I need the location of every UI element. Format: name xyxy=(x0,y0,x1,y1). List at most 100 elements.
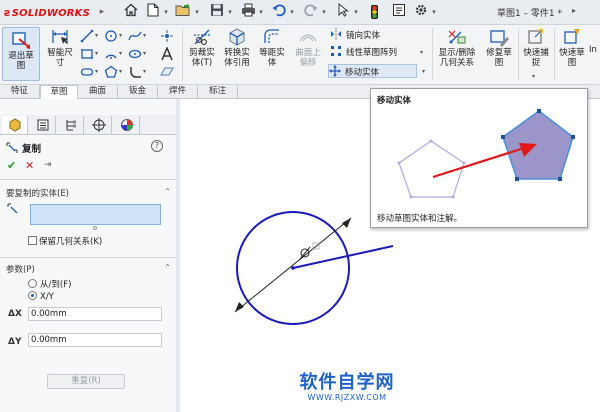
repair-sketch-button[interactable]: 修复草 图 xyxy=(482,27,516,68)
ribbon-separator xyxy=(554,28,555,80)
spline-tool-icon[interactable] xyxy=(128,29,142,43)
quick-snaps-dropdown-icon[interactable]: ▾ xyxy=(532,73,535,80)
xy-radio[interactable]: X/Y xyxy=(28,291,54,302)
parameters-group-title[interactable]: 参数(P) xyxy=(6,263,35,275)
tab-configuration-manager[interactable] xyxy=(58,116,84,134)
quick-snaps-button[interactable]: 快速捕 捉 xyxy=(520,27,552,68)
ribbon-separator xyxy=(518,28,519,80)
diameter-dimension-line[interactable] xyxy=(234,217,352,313)
tab-display-manager[interactable] xyxy=(114,116,140,134)
save-dropdown-icon[interactable]: ▾ xyxy=(226,3,234,21)
tab-feature-manager[interactable] xyxy=(2,116,28,134)
from-to-radio[interactable]: 从/到(F) xyxy=(28,278,71,290)
collapse-group-icon[interactable]: ⌃ xyxy=(164,263,171,272)
slot-tool-icon[interactable] xyxy=(80,65,94,79)
circle-dropdown-icon[interactable]: ▾ xyxy=(119,32,122,39)
polygon-dropdown-icon[interactable]: ▾ xyxy=(119,68,122,75)
spline-dropdown-icon[interactable]: ▾ xyxy=(143,32,146,39)
instant2d-button[interactable]: In xyxy=(589,45,600,55)
open-dropdown-icon[interactable]: ▾ xyxy=(193,3,201,21)
fillet-dropdown-icon[interactable]: ▾ xyxy=(143,68,146,75)
tab-dimxpert-manager[interactable] xyxy=(86,116,112,134)
collapse-group-icon[interactable]: ⌃ xyxy=(164,187,171,196)
circle-tool-icon[interactable] xyxy=(104,29,118,43)
ellipse-dropdown-icon[interactable]: ▾ xyxy=(143,50,146,57)
convert-entities-button[interactable]: 转换实 体引用 xyxy=(220,27,254,68)
tab-sketch[interactable]: 草图 xyxy=(40,85,78,100)
point-tool-icon[interactable] xyxy=(160,29,174,43)
arc-dropdown-icon[interactable]: ▾ xyxy=(119,50,122,57)
slot-dropdown-icon[interactable]: ▾ xyxy=(95,68,98,75)
rebuild-traffic-light-icon[interactable] xyxy=(371,5,378,19)
linear-pattern-dropdown-icon[interactable]: ▾ xyxy=(420,49,423,56)
tab-surfaces[interactable]: 曲面 xyxy=(78,85,118,99)
tab-features[interactable]: 特征 xyxy=(0,85,40,99)
arc-tool-icon[interactable] xyxy=(104,47,118,61)
tab-annotation[interactable]: 标注 xyxy=(198,85,238,99)
save-icon[interactable] xyxy=(206,3,228,21)
title-expand-arrow-icon[interactable]: ▸ xyxy=(572,6,576,15)
rectangle-tool-icon[interactable] xyxy=(80,47,94,61)
cancel-button[interactable]: ✕ xyxy=(25,159,34,172)
help-icon[interactable]: ? xyxy=(151,140,163,152)
ok-button[interactable]: ✔ xyxy=(7,159,16,172)
entities-to-copy-group-title[interactable]: 要复制的实体(E) xyxy=(6,187,69,199)
text-tool-icon[interactable] xyxy=(160,47,174,61)
redo-dropdown-icon[interactable]: ▾ xyxy=(320,3,328,21)
polygon-tool-icon[interactable] xyxy=(104,65,118,79)
select-dropdown-icon[interactable]: ▾ xyxy=(352,3,360,21)
rapid-sketch-icon xyxy=(564,29,580,44)
trim-entities-button[interactable]: 剪裁实 体(T) xyxy=(185,27,219,68)
home-icon[interactable] xyxy=(120,3,142,21)
xy-radio-button[interactable] xyxy=(28,291,37,300)
options-dropdown-icon[interactable]: ▾ xyxy=(430,3,438,21)
mirror-entities-button[interactable]: 镜向实体 xyxy=(330,28,380,42)
undo-icon[interactable] xyxy=(268,3,290,21)
trim-entities-icon xyxy=(194,29,210,45)
menu-expand-arrow-icon[interactable]: ▸ xyxy=(96,2,108,22)
tab-sheet-metal[interactable]: 钣金 xyxy=(118,85,158,99)
print-dropdown-icon[interactable]: ▾ xyxy=(257,3,265,21)
original-pentagon-outline xyxy=(398,140,465,198)
title-bar: ƨSOLIDWORKS ▸ ▾ ▾ ▾ ▾ ▾ ▾ ▾ ▾ 草图1 – 零件1 … xyxy=(0,0,600,25)
sketch-fillet-tool-icon[interactable] xyxy=(128,65,142,79)
open-folder-icon[interactable] xyxy=(172,3,194,21)
entities-to-copy-selection-box[interactable] xyxy=(30,204,161,225)
line-tool-icon[interactable] xyxy=(80,29,94,43)
file-properties-icon[interactable] xyxy=(388,3,410,21)
display-delete-relations-button[interactable]: 显示/删除 几何关系 xyxy=(434,27,480,68)
smart-dimension-button[interactable]: 智能尺 寸 xyxy=(42,27,78,68)
delta-x-input[interactable] xyxy=(28,307,162,321)
selection-box-resize-handle[interactable] xyxy=(93,226,97,230)
ellipse-tool-icon[interactable] xyxy=(128,47,142,61)
line-dropdown-icon[interactable]: ▾ xyxy=(95,32,98,39)
keep-relations-checkbox-box[interactable] xyxy=(28,236,37,245)
linear-sketch-pattern-button[interactable]: 线性草图阵列 xyxy=(330,45,397,59)
exit-sketch-button[interactable]: 退出草 图 xyxy=(2,27,40,81)
move-entities-button[interactable]: 移动实体 xyxy=(328,64,417,78)
redo-icon[interactable] xyxy=(300,3,322,21)
keep-visible-pin-icon[interactable]: ⇥ xyxy=(44,160,52,170)
diameter-symbol[interactable] xyxy=(299,246,311,260)
select-arrow-icon[interactable] xyxy=(332,2,354,21)
plane-tool-icon[interactable] xyxy=(160,65,174,79)
rapid-sketch-button[interactable]: 快速草 图 xyxy=(556,27,588,68)
solidworks-logo[interactable]: ƨSOLIDWORKS xyxy=(4,6,90,19)
rectangle-dropdown-icon[interactable]: ▾ xyxy=(95,50,98,57)
new-dropdown-icon[interactable]: ▾ xyxy=(162,3,170,21)
tab-property-manager[interactable] xyxy=(30,116,56,134)
print-icon[interactable] xyxy=(237,3,259,21)
offset-entities-button[interactable]: 等距实 体 xyxy=(255,27,289,68)
property-manager-scrollbar[interactable] xyxy=(176,99,180,412)
new-document-icon[interactable] xyxy=(142,3,164,21)
repeat-button[interactable]: 重复(R) xyxy=(47,374,125,389)
tab-weldments[interactable]: 焊件 xyxy=(158,85,198,99)
options-gear-icon[interactable] xyxy=(410,3,432,21)
move-dropdown-icon[interactable]: ▾ xyxy=(422,68,425,75)
undo-dropdown-icon[interactable]: ▾ xyxy=(288,3,296,21)
delta-y-input[interactable] xyxy=(28,333,162,347)
circle-center-point[interactable] xyxy=(291,266,295,270)
from-to-radio-button[interactable] xyxy=(28,279,37,288)
offset-on-surface-button[interactable]: 曲面上 偏移 xyxy=(290,27,326,68)
keep-relations-checkbox[interactable]: 保留几何关系(K) xyxy=(28,235,102,247)
